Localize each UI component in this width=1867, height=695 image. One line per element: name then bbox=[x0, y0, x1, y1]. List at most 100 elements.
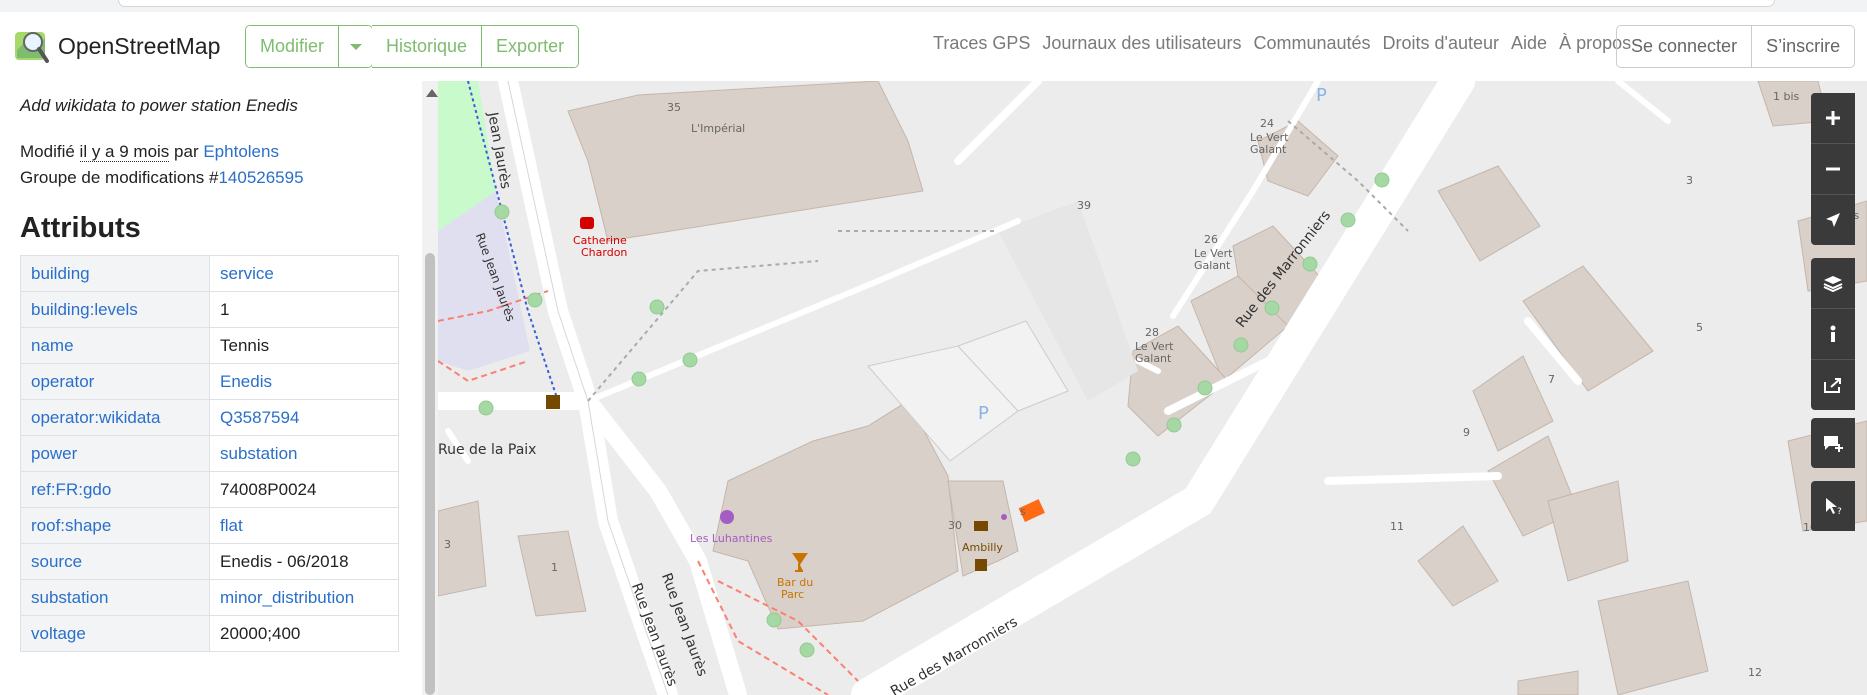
nav-gps-traces[interactable]: Traces GPS bbox=[933, 33, 1030, 54]
attributes-heading: Attributs bbox=[20, 212, 141, 244]
history-button[interactable]: Historique bbox=[372, 26, 483, 67]
attribute-row: building service bbox=[20, 255, 399, 292]
map-label: 7 bbox=[1548, 373, 1555, 386]
attribute-value[interactable]: substation bbox=[209, 435, 399, 472]
map-label: Galant bbox=[1194, 259, 1231, 272]
sidebar-scrollbar[interactable] bbox=[422, 81, 438, 695]
scroll-up-arrow-icon[interactable] bbox=[426, 89, 438, 97]
modified-time: il y a 9 mois bbox=[79, 142, 170, 162]
street-label: Rue des Marronniers bbox=[1233, 207, 1335, 331]
map-label: 12 bbox=[1748, 666, 1762, 679]
map-label: 28 bbox=[1145, 326, 1159, 339]
minus-icon bbox=[1826, 167, 1840, 171]
map-label: 1 bis bbox=[1773, 90, 1800, 103]
scrollbar-thumb[interactable] bbox=[425, 253, 435, 695]
attribute-row: power substation bbox=[20, 435, 399, 472]
auth-button-group: Se connecter S’inscrire bbox=[1616, 25, 1856, 68]
attribute-row: roof:shape flat bbox=[20, 507, 399, 544]
changeset-link[interactable]: 140526595 bbox=[218, 168, 303, 187]
map-label: 3 bbox=[1686, 174, 1693, 187]
attribute-key[interactable]: source bbox=[20, 543, 210, 580]
street-label: Rue des Marronniers bbox=[888, 614, 1021, 695]
map-label: 9 bbox=[1463, 426, 1470, 439]
site-header: OpenStreetMap Modifier Historique Export… bbox=[0, 12, 1867, 81]
attribute-key[interactable]: roof:shape bbox=[20, 507, 210, 544]
attribute-row: source Enedis - 06/2018 bbox=[20, 543, 399, 580]
attribute-key[interactable]: power bbox=[20, 435, 210, 472]
plus-icon bbox=[1826, 111, 1840, 125]
map-label: Galant bbox=[1135, 352, 1172, 365]
signup-button[interactable]: S’inscrire bbox=[1752, 26, 1854, 67]
attribute-value: 20000;400 bbox=[209, 615, 399, 652]
map-label: 24 bbox=[1260, 117, 1274, 130]
map-tools bbox=[1811, 258, 1855, 410]
attribute-value: 74008P0024 bbox=[209, 471, 399, 508]
login-button[interactable]: Se connecter bbox=[1617, 26, 1753, 67]
attribute-value: Enedis - 06/2018 bbox=[209, 543, 399, 580]
zoom-controls bbox=[1811, 93, 1855, 245]
attribute-value[interactable]: flat bbox=[209, 507, 399, 544]
attribute-key[interactable]: building bbox=[20, 255, 210, 292]
map-label: 5 bbox=[1696, 321, 1703, 334]
map-label: 3 bbox=[444, 538, 451, 551]
map-key-button[interactable] bbox=[1811, 309, 1855, 360]
map-label: s bbox=[1020, 505, 1026, 518]
zoom-out-button[interactable] bbox=[1811, 144, 1855, 195]
query-features-button[interactable]: ? bbox=[1811, 481, 1855, 531]
attribute-row: building:levels 1 bbox=[20, 291, 399, 328]
attribute-row: voltage 20000;400 bbox=[20, 615, 399, 652]
edit-dropdown-toggle[interactable] bbox=[339, 26, 373, 67]
svg-text:?: ? bbox=[1837, 507, 1842, 515]
attribute-value[interactable]: service bbox=[209, 255, 399, 292]
note-tools bbox=[1811, 418, 1855, 468]
map-label: Les Luhantines bbox=[690, 532, 773, 545]
map-label: 1 bbox=[551, 561, 558, 574]
user-link[interactable]: Ephtolens bbox=[203, 142, 279, 161]
attribute-row: name Tennis bbox=[20, 327, 399, 364]
export-button[interactable]: Exporter bbox=[482, 26, 579, 67]
attribute-value[interactable]: Enedis bbox=[209, 363, 399, 400]
attribute-key[interactable]: substation bbox=[20, 579, 210, 616]
street-label: Rue de la Paix bbox=[438, 442, 537, 458]
attribute-value[interactable]: Q3587594 bbox=[209, 399, 399, 436]
nav-communities[interactable]: Communautés bbox=[1253, 33, 1370, 54]
map-label: 11 bbox=[1390, 520, 1404, 533]
attribute-row: operator Enedis bbox=[20, 363, 399, 400]
locate-button[interactable] bbox=[1811, 195, 1855, 245]
nav-help[interactable]: Aide bbox=[1511, 33, 1547, 54]
home-logo[interactable]: OpenStreetMap bbox=[13, 28, 220, 64]
map-view[interactable]: L'Impérial Catherine Chardon Les Luhanti… bbox=[438, 81, 1867, 695]
attribute-value[interactable]: minor_distribution bbox=[209, 579, 399, 616]
add-note-button[interactable] bbox=[1811, 418, 1855, 468]
attribute-row: substation minor_distribution bbox=[20, 579, 399, 616]
attribute-key[interactable]: building:levels bbox=[20, 291, 210, 328]
map-label: Parc bbox=[781, 588, 805, 601]
map-label: Ambilly bbox=[962, 541, 1003, 554]
attributes-table: building service building:levels 1 name Tenni… bbox=[20, 255, 399, 652]
edit-button[interactable]: Modifier bbox=[246, 26, 340, 67]
map-labels: L'Impérial Catherine Chardon Les Luhanti… bbox=[438, 81, 1867, 695]
attribute-key[interactable]: voltage bbox=[20, 615, 210, 652]
zoom-in-button[interactable] bbox=[1811, 93, 1855, 144]
share-button[interactable] bbox=[1811, 360, 1855, 410]
map-label: Chardon bbox=[581, 246, 628, 259]
nav-copyright[interactable]: Droits d'auteur bbox=[1383, 33, 1500, 54]
chevron-down-icon bbox=[349, 43, 362, 50]
parking-label: P bbox=[978, 403, 989, 424]
cursor-question-icon: ? bbox=[1826, 498, 1842, 515]
osm-logo-icon bbox=[15, 32, 49, 63]
changeset-comment: Add wikidata to power station Enedis bbox=[20, 96, 298, 115]
layers-button[interactable] bbox=[1811, 258, 1855, 309]
parking-label: P bbox=[1316, 85, 1327, 106]
attribute-key[interactable]: operator bbox=[20, 363, 210, 400]
nav-user-diaries[interactable]: Journaux des utilisateurs bbox=[1042, 33, 1241, 54]
map-label: 35 bbox=[667, 101, 681, 114]
street-label: Jean Jaurès bbox=[484, 111, 514, 191]
browser-top-strip bbox=[0, 0, 1867, 12]
modified-label: Modifié bbox=[20, 142, 75, 161]
attribute-key[interactable]: ref:FR:gdo bbox=[20, 471, 210, 508]
history-export-group: Historique Exporter bbox=[372, 25, 580, 68]
attribute-key[interactable]: name bbox=[20, 327, 210, 364]
attribute-key[interactable]: operator:wikidata bbox=[20, 399, 210, 436]
by-label: par bbox=[174, 142, 199, 161]
